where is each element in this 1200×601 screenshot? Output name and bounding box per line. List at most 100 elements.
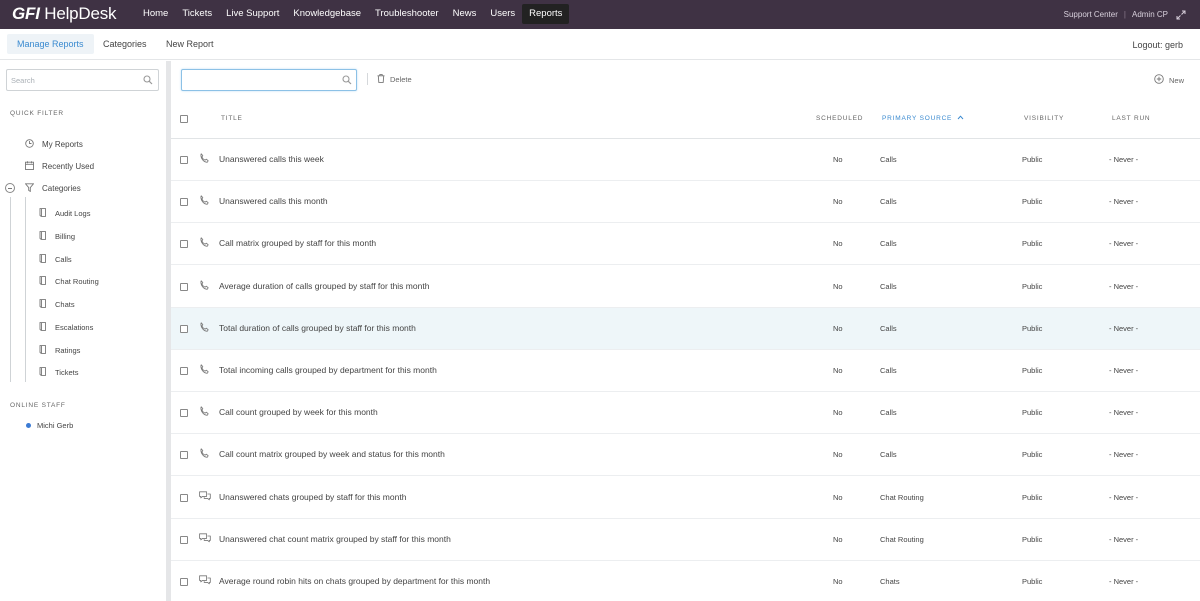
table-row[interactable]: Unanswered chat count matrix grouped by …	[171, 519, 1200, 561]
report-title-link[interactable]: Average round robin hits on chats groupe…	[219, 576, 490, 586]
scheduled-cell: No	[833, 492, 843, 502]
support-center-link[interactable]: Support Center	[1064, 10, 1118, 19]
visibility-cell: Public	[1022, 577, 1043, 586]
online-staff-heading: ONLINE STAFF	[10, 402, 66, 409]
category-chat-routing[interactable]: Chat Routing	[39, 274, 99, 288]
primary-source-cell: Chat Routing	[880, 492, 924, 502]
new-label: New	[1168, 75, 1184, 85]
report-search-input[interactable]	[182, 70, 332, 90]
search-icon[interactable]	[342, 75, 352, 87]
row-checkbox[interactable]	[180, 240, 188, 249]
category-chats[interactable]: Chats	[39, 297, 75, 311]
scheduled-cell: No	[833, 577, 843, 586]
row-checkbox[interactable]	[180, 578, 188, 586]
scheduled-cell: No	[833, 323, 843, 333]
report-title-link[interactable]: Total incoming calls grouped by departme…	[219, 365, 437, 375]
table-row[interactable]: Average duration of calls grouped by sta…	[171, 266, 1200, 308]
report-title-link[interactable]: Unanswered calls this month	[219, 196, 328, 206]
table-row[interactable]: Call count grouped by week for this mont…	[171, 392, 1200, 435]
scheduled-cell: No	[833, 239, 843, 249]
row-checkbox[interactable]	[180, 156, 188, 164]
delete-button[interactable]: Delete	[377, 74, 412, 85]
filter-recently-used[interactable]: Recently Used	[25, 159, 94, 173]
report-title-link[interactable]: Call count matrix grouped by week and st…	[219, 449, 445, 459]
row-checkbox[interactable]	[180, 409, 188, 418]
tab-categories[interactable]: Categories	[93, 34, 157, 54]
category-escalations[interactable]: Escalations	[39, 320, 93, 334]
table-row[interactable]: Unanswered chats grouped by staff for th…	[171, 477, 1200, 519]
row-checkbox[interactable]	[180, 282, 188, 291]
report-title-link[interactable]: Unanswered chats grouped by staff for th…	[219, 492, 406, 502]
row-checkbox[interactable]	[180, 535, 188, 544]
online-staff-item[interactable]: Michi Gerb	[26, 421, 73, 430]
report-title-link[interactable]: Call count grouped by week for this mont…	[219, 407, 378, 417]
select-all-checkbox[interactable]	[180, 115, 188, 123]
sort-ascending-icon	[955, 115, 964, 122]
primary-source-cell: Chats	[880, 577, 900, 586]
tab-manage-reports[interactable]: Manage Reports	[7, 34, 94, 54]
column-visibility[interactable]: VISIBILITY	[1024, 115, 1064, 122]
table-row[interactable]: Call matrix grouped by staff for this mo…	[171, 223, 1200, 266]
logo-brand: GFI	[12, 4, 40, 23]
column-scheduled[interactable]: SCHEDULED	[816, 115, 863, 122]
plus-circle-icon	[1154, 74, 1164, 86]
report-title-link[interactable]: Unanswered chat count matrix grouped by …	[219, 534, 451, 544]
scheduled-cell: No	[833, 534, 843, 544]
report-title-link[interactable]: Call matrix grouped by staff for this mo…	[219, 238, 376, 248]
nav-tickets[interactable]: Tickets	[175, 4, 219, 24]
table-row[interactable]: Call count matrix grouped by week and st…	[171, 434, 1200, 477]
category-calls[interactable]: Calls	[39, 252, 72, 266]
filter-my-reports[interactable]: My Reports	[25, 137, 83, 151]
last-run-cell: - Never -	[1109, 281, 1139, 291]
report-title-link[interactable]: Total duration of calls grouped by staff…	[219, 323, 416, 333]
row-checkbox[interactable]	[180, 451, 188, 460]
row-checkbox[interactable]	[180, 198, 188, 207]
category-label: Ratings	[55, 345, 81, 355]
nav-reports[interactable]: Reports	[522, 4, 570, 24]
table-row[interactable]: Unanswered calls this month No Calls Public…	[171, 181, 1200, 224]
nav-knowledgebase[interactable]: Knowledgebase	[286, 4, 368, 24]
logout-link[interactable]: Logout: gerb	[1132, 40, 1183, 50]
column-primary-source[interactable]: PRIMARY SOURCE	[882, 115, 964, 122]
table-row[interactable]: Average round robin hits on chats groupe…	[171, 561, 1200, 601]
nav-news[interactable]: News	[446, 4, 484, 24]
tab-new-report[interactable]: New Report	[156, 34, 224, 54]
chat-icon	[199, 533, 211, 545]
primary-source-cell: Calls	[880, 281, 897, 291]
online-status-dot	[26, 423, 31, 428]
expand-icon[interactable]	[1176, 10, 1186, 20]
column-title[interactable]: TITLE	[221, 115, 243, 122]
search-icon[interactable]	[143, 75, 153, 87]
category-audit-logs[interactable]: Audit Logs	[39, 206, 90, 220]
report-title-link[interactable]: Unanswered calls this week	[219, 154, 324, 164]
nav-troubleshooter[interactable]: Troubleshooter	[368, 4, 446, 24]
category-ratings[interactable]: Ratings	[39, 343, 80, 357]
row-checkbox[interactable]	[180, 493, 188, 502]
sidebar-search	[6, 69, 159, 91]
nav-live-support[interactable]: Live Support	[219, 4, 286, 24]
table-row[interactable]: Total duration of calls grouped by staff…	[171, 307, 1200, 350]
category-billing[interactable]: Billing	[39, 229, 75, 243]
nav-home[interactable]: Home	[136, 4, 175, 24]
last-run-cell: - Never -	[1109, 239, 1139, 249]
category-tickets[interactable]: Tickets	[39, 365, 78, 379]
helpdesk-logo[interactable]: GFI HelpDesk	[12, 4, 117, 24]
table-row[interactable]: Total incoming calls grouped by departme…	[171, 350, 1200, 392]
visibility-cell: Public	[1022, 197, 1043, 207]
new-report-button[interactable]: New	[1154, 74, 1184, 86]
collapse-categories-icon[interactable]	[5, 183, 15, 193]
admin-cp-link[interactable]: Admin CP	[1132, 10, 1168, 19]
last-run-cell: - Never -	[1109, 534, 1139, 544]
scheduled-cell: No	[833, 155, 843, 164]
row-checkbox[interactable]	[180, 367, 188, 375]
nav-users[interactable]: Users	[483, 4, 522, 24]
row-checkbox[interactable]	[180, 324, 188, 333]
filter-categories[interactable]: Categories	[24, 181, 81, 195]
category-label: Billing	[55, 231, 76, 241]
sidebar-search-input[interactable]	[7, 70, 137, 90]
category-label: Calls	[55, 254, 72, 264]
report-title-link[interactable]: Average duration of calls grouped by sta…	[219, 281, 429, 291]
filter-label: Recently Used	[42, 161, 95, 171]
column-last-run[interactable]: LAST RUN	[1112, 115, 1150, 122]
table-row[interactable]: Unanswered calls this week No Calls Public -…	[171, 139, 1200, 181]
